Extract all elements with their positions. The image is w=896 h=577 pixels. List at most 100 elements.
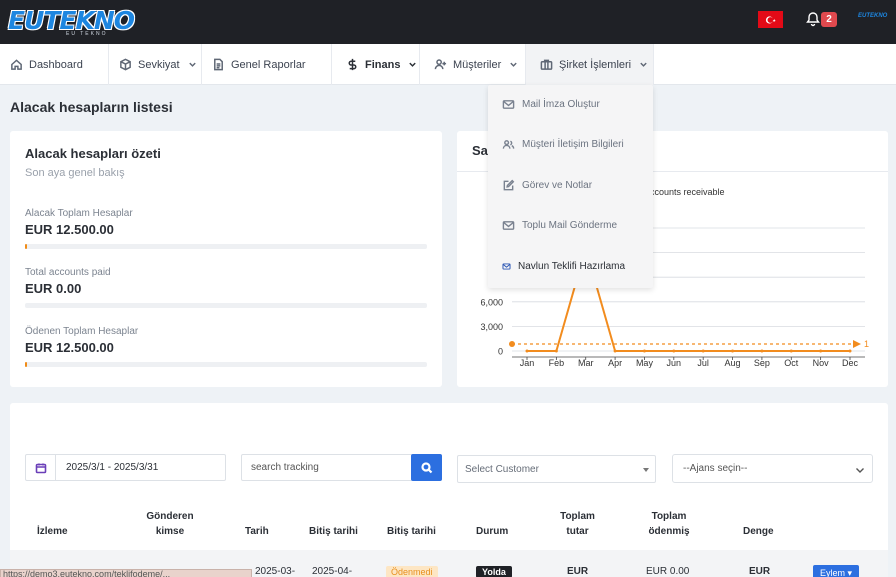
stat-value: EUR 12.500.00 xyxy=(25,222,114,237)
agency-select-placeholder: --Ajans seçin-- xyxy=(683,463,748,474)
menu-item-gorev-notlar[interactable]: Görev ve Notlar xyxy=(502,176,592,194)
box-icon xyxy=(120,58,131,71)
main-navigation: Dashboard Sevkiyat Genel Raporlar Finans… xyxy=(0,44,896,85)
nav-sirket-islemleri[interactable]: Şirket İşlemleri xyxy=(526,44,654,85)
x-tick-label: Aug xyxy=(725,358,741,368)
cell-bitis-tarihi: 2025-04- xyxy=(312,566,353,577)
customer-select[interactable]: Select Customer xyxy=(457,455,656,483)
mail-icon xyxy=(502,220,515,230)
menu-item-label: Görev ve Notlar xyxy=(522,179,593,191)
x-tick-label: Apr xyxy=(608,358,622,368)
column-header[interactable]: Denge xyxy=(743,524,774,539)
column-header[interactable]: Bitiş tarihi xyxy=(309,524,358,539)
x-tick-label: Nov xyxy=(813,358,830,368)
nav-musteriler[interactable]: Müşteriler xyxy=(420,44,526,85)
nav-label: Şirket İşlemleri xyxy=(559,58,632,71)
chevron-down-icon xyxy=(640,62,647,67)
action-label: Eylem xyxy=(820,568,846,577)
y-tick-label: 6,000 xyxy=(480,297,503,307)
stat-value: EUR 0.00 xyxy=(25,281,82,296)
data-point xyxy=(789,349,793,353)
status-badge-unpaid: Ödenmedi xyxy=(386,566,438,577)
top-bar: EUTEKNO EU TEKNO 2 EUTEKNO xyxy=(0,0,896,44)
menu-item-mail-imza[interactable]: Mail İmza Oluştur xyxy=(502,95,600,113)
menu-item-musteri-iletisim[interactable]: Müşteri İletişim Bilgileri xyxy=(502,135,624,153)
calendar-icon xyxy=(26,455,56,480)
x-tick-label: Dec xyxy=(842,358,859,368)
progress-bar xyxy=(25,303,427,308)
brand-logo[interactable]: EUTEKNO EU TEKNO xyxy=(6,6,148,38)
cell-denge: EUR xyxy=(749,566,771,577)
cell-toplam-odenmis: EUR 0.00 xyxy=(646,566,690,577)
edit-icon xyxy=(503,179,515,190)
user-plus-icon xyxy=(434,59,447,70)
notification-badge: 2 xyxy=(821,12,837,27)
series-point xyxy=(509,340,515,347)
users-icon xyxy=(502,139,515,149)
data-point xyxy=(701,349,705,353)
nav-finans[interactable]: Finans xyxy=(332,44,420,85)
menu-item-label: Toplu Mail Gönderme xyxy=(522,219,618,231)
cell-tarih: 2025-03- xyxy=(255,566,296,577)
data-point xyxy=(731,349,735,353)
column-header[interactable]: Tarih xyxy=(245,524,269,539)
sirket-islemleri-dropdown: Mail İmza Oluştur Müşteri İletişim Bilgi… xyxy=(488,85,653,288)
x-tick-label: Sep xyxy=(754,358,770,368)
nav-sevkiyat[interactable]: Sevkiyat xyxy=(109,44,202,85)
chevron-down-icon xyxy=(510,62,518,67)
turkey-flag-icon[interactable] xyxy=(758,11,783,28)
data-point xyxy=(848,349,852,353)
legend-label: ccounts receivable xyxy=(650,187,725,197)
chevron-down-icon xyxy=(188,62,196,67)
stat-label: Total accounts paid xyxy=(25,267,111,278)
column-header[interactable]: Toplam tutar xyxy=(555,509,600,539)
progress-fill xyxy=(25,362,27,367)
agency-select[interactable]: --Ajans seçin-- xyxy=(672,454,873,483)
nav-label: Sevkiyat xyxy=(138,58,180,71)
data-point xyxy=(819,349,823,353)
x-tick-label: Feb xyxy=(549,358,565,368)
column-header[interactable]: Toplam ödenmiş xyxy=(643,509,695,539)
summary-title: Alacak hesapları özeti xyxy=(25,146,161,161)
column-header[interactable]: Bitiş tarihi xyxy=(387,524,436,539)
stat-label: Ödenen Toplam Hesaplar xyxy=(25,326,139,337)
y-tick-label: 3,000 xyxy=(480,322,503,332)
progress-bar xyxy=(25,244,427,249)
search-input[interactable]: search tracking xyxy=(241,454,413,481)
chevron-down-icon xyxy=(409,62,417,67)
nav-dashboard[interactable]: Dashboard xyxy=(0,44,109,85)
action-dropdown-button[interactable]: Eylem ▾ xyxy=(813,565,860,577)
x-tick-label: Jul xyxy=(697,358,709,368)
column-header[interactable]: İzleme xyxy=(37,524,68,539)
x-tick-label: May xyxy=(636,358,654,368)
data-point xyxy=(642,349,646,353)
data-point xyxy=(760,349,764,353)
x-tick-label: Oct xyxy=(784,358,799,368)
nav-genel-raporlar[interactable]: Genel Raporlar xyxy=(202,44,332,85)
stat-value: EUR 12.500.00 xyxy=(25,340,114,355)
nav-label: Dashboard xyxy=(29,58,83,71)
status-bar-url: https://demo3.eutekno.com/teklifodeme/..… xyxy=(0,569,252,577)
x-tick-label: Jun xyxy=(667,358,682,368)
document-icon xyxy=(214,58,223,71)
x-tick-label: Mar xyxy=(578,358,594,368)
logo-subtext: EU TEKNO xyxy=(66,31,108,37)
nav-label: Genel Raporlar xyxy=(231,58,306,71)
status-badge-in-transit: Yolda xyxy=(476,566,512,577)
bell-icon[interactable] xyxy=(805,11,821,27)
summary-card: Alacak hesapları özeti Son aya genel bak… xyxy=(10,131,442,387)
series-end-label: 1 xyxy=(864,339,869,349)
chevron-down-icon xyxy=(856,468,864,473)
date-range-picker[interactable]: 2025/3/1 - 2025/3/31 xyxy=(25,454,226,481)
cell-toplam-tutar: EUR xyxy=(567,566,589,577)
column-header[interactable]: Durum xyxy=(476,524,508,539)
column-header[interactable]: Gönderen kimse xyxy=(140,509,200,539)
menu-item-toplu-mail[interactable]: Toplu Mail Gönderme xyxy=(502,216,617,234)
date-range-value: 2025/3/1 - 2025/3/31 xyxy=(66,462,159,473)
stat-label: Alacak Toplam Hesaplar xyxy=(25,208,133,219)
menu-item-navlun-teklifi[interactable]: Navlun Teklifi Hazırlama xyxy=(502,257,625,275)
menu-item-label: Müşteri İletişim Bilgileri xyxy=(522,138,624,150)
user-avatar-logo[interactable]: EUTEKNO xyxy=(858,13,887,19)
progress-bar xyxy=(25,362,427,367)
search-button[interactable] xyxy=(411,454,442,481)
